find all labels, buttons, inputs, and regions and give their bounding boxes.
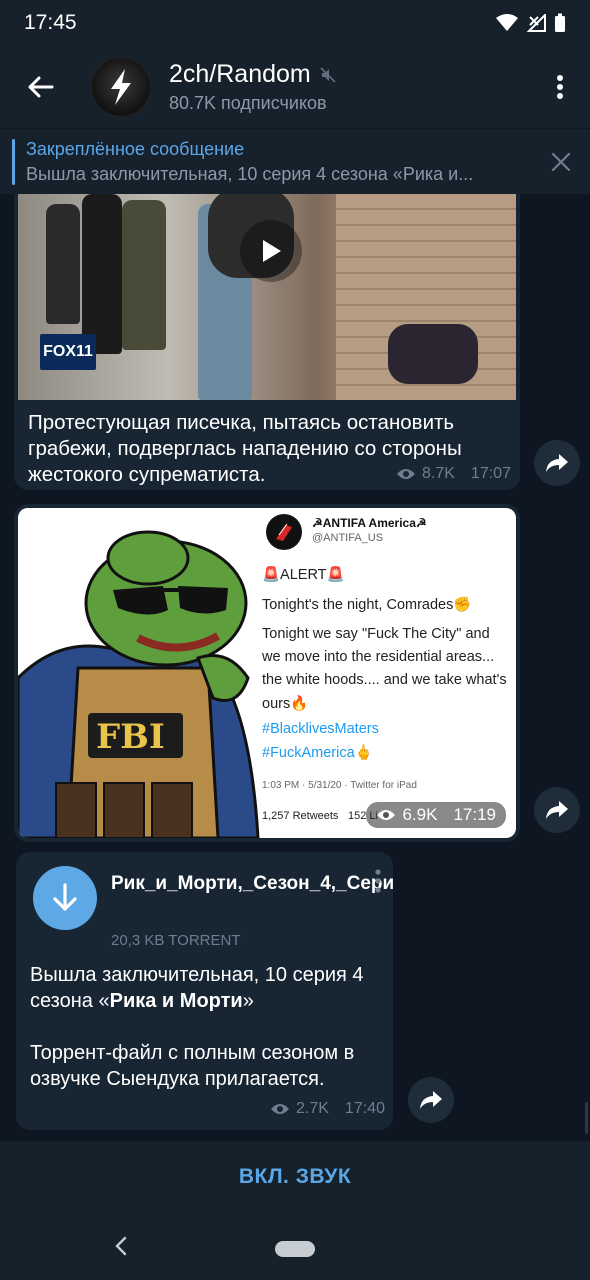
message-text: Вышла заключительная, 10 серия 4 сезона … [30, 962, 380, 1092]
pinned-title: Закреплённое сообщение [26, 138, 245, 159]
text-span: » [242, 990, 254, 1012]
tweet-alert: 🚨ALERT🚨 [262, 567, 345, 583]
tweet-retweets: 1,257 Retweets [262, 810, 339, 822]
tweet-line: Tonight's the night, Comrades✊ [262, 597, 472, 613]
share-arrow-icon [546, 454, 568, 472]
channel-info[interactable]: 2ch/Random 80.7K подписчиков [169, 60, 530, 114]
more-menu-button[interactable] [530, 46, 590, 128]
tweet-line: ours🔥 [262, 696, 309, 712]
share-arrow-icon [420, 1091, 442, 1109]
pepe-illustration: FBI [18, 508, 263, 838]
battery-icon [555, 13, 565, 32]
file-message: Рик_и_Морти,_Сезон_4,_Серии_1_10_из_10..… [16, 852, 393, 1130]
close-icon[interactable] [548, 149, 574, 175]
message-meta: 8.7K 17:07 [396, 465, 511, 483]
view-count: 2.7K [296, 1100, 329, 1117]
muted-icon [320, 66, 336, 83]
message-paragraph: Вышла заключительная, 10 серия 4 сезона … [30, 962, 380, 1014]
tweet-line: we move into the residential areas... [262, 649, 495, 665]
share-button[interactable] [534, 787, 580, 833]
download-arrow-icon [53, 883, 77, 911]
eye-icon [397, 469, 415, 479]
chat-header: 2ch/Random 80.7K подписчиков [0, 46, 590, 128]
channel-title: 2ch/Random [169, 60, 311, 88]
tweet-author-name: ☭ANTIFA America☭ [312, 516, 427, 530]
lightning-logo-icon [111, 69, 131, 105]
pinned-indicator [12, 139, 15, 185]
video-logo: FOX11 [40, 334, 96, 370]
vertical-dots-icon [557, 75, 563, 99]
file-name[interactable]: Рик_и_Морти,_Сезон_4,_Серии_1_10_из_10..… [111, 870, 393, 897]
share-button[interactable] [408, 1077, 454, 1123]
message-time: 17:19 [453, 805, 496, 824]
tweet-author-handle: @ANTIFA_US [312, 532, 384, 544]
wifi-icon [496, 14, 518, 31]
download-button[interactable] [33, 866, 97, 930]
channel-title-row: 2ch/Random [169, 60, 530, 89]
eye-icon [377, 810, 396, 820]
status-bar: 17:45 [0, 0, 590, 46]
signal-icon [526, 14, 546, 32]
antifa-flag-icon [276, 523, 292, 541]
play-button[interactable] [240, 220, 302, 282]
channel-avatar[interactable] [91, 57, 151, 117]
system-nav-bar [0, 1212, 590, 1280]
share-arrow-icon [546, 801, 568, 819]
message-feed[interactable]: FOX11 Протестующая писечка, пытаясь оста… [0, 194, 590, 1140]
pinned-text: Закреплённое сообщение Вышла заключитель… [26, 139, 536, 185]
pinned-message[interactable]: Закреплённое сообщение Вышла заключитель… [0, 128, 590, 194]
message-time: 17:40 [344, 1100, 385, 1117]
tweet-hashtag: #FuckAmerica🖕 [262, 745, 373, 761]
nav-home-pill[interactable] [275, 1241, 315, 1257]
video-figure [122, 200, 166, 350]
unmute-bar[interactable]: ВКЛ. ЗВУК [0, 1140, 590, 1212]
arrow-left-icon [28, 76, 54, 98]
message-paragraph: Торрент-файл с полным сезоном в озвучке … [30, 1042, 355, 1090]
file-options-icon[interactable] [373, 868, 383, 896]
video-logo-text: FOX11 [43, 343, 93, 360]
pinned-body: Вышла заключительная, 10 серия 4 сезона … [26, 163, 474, 184]
video-figure [82, 194, 122, 354]
nav-back-icon[interactable] [110, 1232, 132, 1260]
tweet-line: Tonight we say "Fuck The City" and [262, 626, 490, 642]
fbi-badge: FBI [96, 717, 165, 757]
back-button[interactable] [0, 46, 80, 128]
video-thumbnail[interactable]: FOX11 [18, 194, 516, 400]
pepe-fbi-drawing: FBI [18, 530, 260, 838]
image-message: FBI ☭ANTIFA America☭ @ANTIFA_US 🚨ALERT🚨 … [14, 504, 520, 842]
video-figure [46, 204, 80, 324]
unmute-button[interactable]: ВКЛ. ЗВУК [239, 1165, 351, 1189]
tweet-footer: 1:03 PM · 5/31/20 · Twitter for iPad [262, 780, 417, 791]
image-meta: 6.9K 17:19 [366, 802, 506, 828]
tweet-line: the white hoods.... and we take what's [262, 672, 507, 688]
message-time: 17:07 [470, 465, 511, 482]
tweet-hashtag: #BlacklivesMaters [262, 721, 379, 737]
meme-image[interactable]: FBI ☭ANTIFA America☭ @ANTIFA_US 🚨ALERT🚨 … [18, 508, 516, 838]
tweet-avatar [266, 514, 302, 550]
bold-title: Рика и Морти [109, 990, 243, 1012]
status-time: 17:45 [24, 11, 77, 34]
share-button[interactable] [534, 440, 580, 486]
view-count: 6.9K [402, 805, 438, 824]
status-icons [496, 13, 566, 33]
subscriber-count: 80.7K подписчиков [169, 93, 327, 113]
tweet-screenshot: ☭ANTIFA America☭ @ANTIFA_US 🚨ALERT🚨 Toni… [262, 508, 516, 838]
eye-icon [271, 1104, 289, 1114]
scrollbar[interactable] [585, 1102, 588, 1134]
video-figure [388, 324, 478, 384]
message-meta: 2.7K 17:40 [270, 1100, 385, 1118]
play-icon [263, 240, 281, 262]
view-count: 8.7K [422, 465, 455, 482]
video-message: FOX11 Протестующая писечка, пытаясь оста… [14, 194, 520, 490]
file-size: 20,3 KB TORRENT [111, 932, 241, 949]
